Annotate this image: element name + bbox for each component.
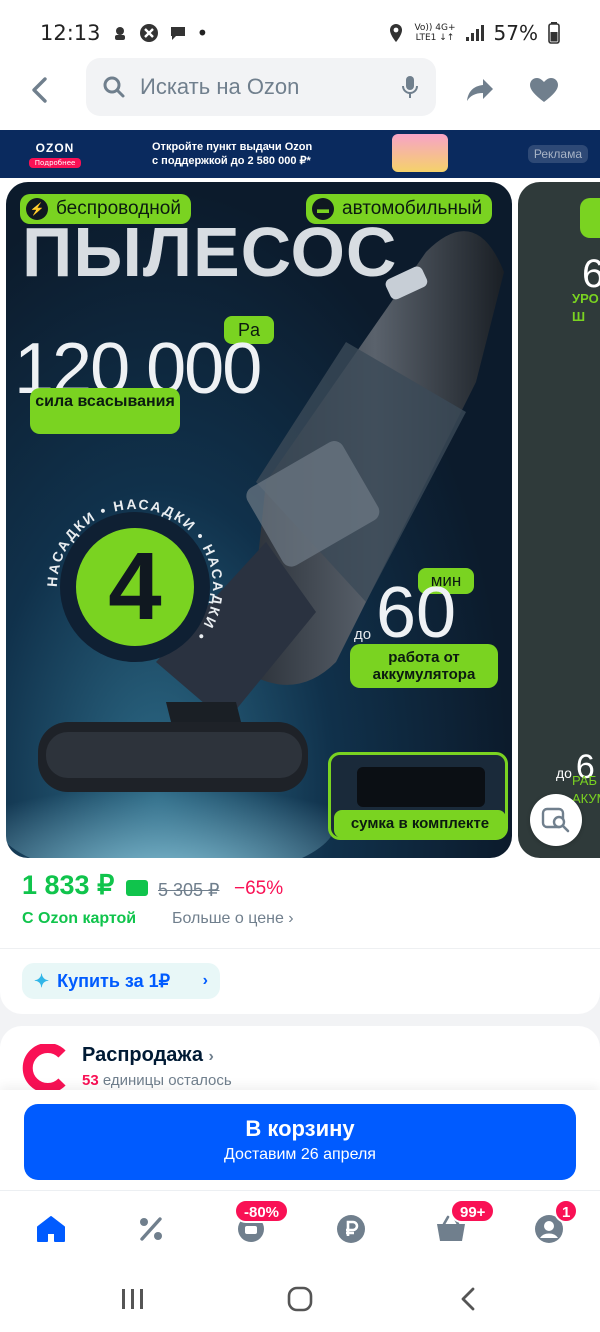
- product-image[interactable]: ⚡ беспроводной ▬ автомобильный ПЫЛЕСОС P…: [6, 182, 512, 858]
- add-to-cart-button[interactable]: В корзину Доставим 26 апреля: [24, 1104, 576, 1180]
- ruble-icon: [337, 1215, 365, 1243]
- cart-count-badge: 99+: [450, 1199, 496, 1223]
- favorite-button[interactable]: [522, 68, 566, 112]
- promo-more-button[interactable]: Подробнее: [28, 157, 82, 168]
- chevron-right-icon: ›: [208, 1048, 214, 1065]
- volte-indicator: Vo)) 4G+ LTE1 ↓↑: [414, 23, 456, 43]
- discount-tab-badge: -80%: [234, 1199, 290, 1223]
- ad-label: Реклама: [527, 145, 588, 163]
- sale-logo-icon: [22, 1044, 66, 1092]
- battery-prefix: до: [354, 626, 372, 643]
- share-button[interactable]: [458, 68, 502, 112]
- sale-remaining: 53 единицы осталось: [82, 1072, 232, 1089]
- bottom-tabbar: -80% 99+ 1: [0, 1190, 600, 1266]
- system-navbar: [0, 1266, 600, 1332]
- tab-discounts[interactable]: [126, 1207, 176, 1251]
- ozon-card-label: С Ozon картой: [22, 910, 137, 927]
- nozzles-count: 4: [60, 512, 210, 662]
- suction-label: сила всасывания: [30, 388, 180, 434]
- more-about-price-link[interactable]: Больше о цене ›: [172, 910, 294, 928]
- bag-label: сумка в комплекте: [334, 810, 506, 838]
- tab-finance[interactable]: [326, 1207, 376, 1251]
- share-icon: [467, 79, 493, 101]
- sparkle-icon: ✦: [34, 970, 50, 991]
- message-icon: [170, 27, 185, 40]
- search-input[interactable]: Искать на Ozon: [86, 58, 436, 116]
- buy-for-one-block: ✦ Купить за 1₽ ›: [0, 948, 600, 1014]
- location-icon: [390, 24, 403, 42]
- ozon-logo: OZON Подробнее: [20, 141, 90, 168]
- more-dot-icon: •: [196, 21, 209, 45]
- sale-title: Распродажа ›: [82, 1044, 214, 1066]
- chevron-right-icon: ›: [202, 972, 208, 989]
- ozon-card-icon: [126, 880, 148, 896]
- notification-icon: [114, 27, 125, 40]
- signal-icon: [465, 25, 484, 41]
- search-header: Искать на Ozon: [0, 50, 600, 130]
- recents-icon: [122, 1289, 143, 1309]
- clock: 12:13: [40, 21, 101, 45]
- battery-icon: [548, 22, 560, 44]
- search-icon: [103, 76, 125, 98]
- next-image-badge: [580, 198, 600, 238]
- current-price: 1 833 ₽: [22, 870, 115, 900]
- home-circle-icon: [287, 1286, 313, 1312]
- image-search-icon: [541, 807, 570, 833]
- buy-for-one-button[interactable]: ✦ Купить за 1₽ ›: [22, 963, 220, 999]
- microphone-icon[interactable]: [400, 74, 420, 100]
- home-system-button[interactable]: [280, 1284, 320, 1314]
- promo-text: Откройте пункт выдачи Ozon с поддержкой …: [152, 141, 313, 167]
- tab-cart[interactable]: 99+: [426, 1199, 496, 1251]
- next-product-image[interactable]: 6 УРОШ до 6 РАБАКУМ: [518, 182, 600, 858]
- tab-home[interactable]: [26, 1207, 76, 1251]
- tab-fresh[interactable]: -80%: [226, 1199, 290, 1251]
- app-icon: [139, 24, 158, 42]
- chevron-left-icon: [32, 77, 47, 103]
- search-placeholder: Искать на Ozon: [140, 74, 300, 99]
- promo-image: [392, 134, 448, 172]
- old-price: 5 305 ₽: [158, 880, 220, 900]
- heart-icon: [530, 78, 558, 102]
- profile-badge: 1: [554, 1199, 579, 1223]
- system-back-button[interactable]: [448, 1284, 488, 1314]
- battery-value: 60: [376, 573, 457, 653]
- percent-icon: [140, 1217, 162, 1241]
- promo-banner[interactable]: OZON Подробнее Откройте пункт выдачи Ozo…: [0, 130, 600, 178]
- image-search-button[interactable]: [530, 794, 582, 846]
- tab-profile[interactable]: 1: [524, 1199, 579, 1251]
- recents-button[interactable]: [113, 1284, 153, 1314]
- product-image-title: ПЫЛЕСОС: [22, 213, 398, 291]
- battery-label: работа от аккумулятора: [350, 644, 498, 688]
- price-block: 1 833 ₽ 5 305 ₽ −65% С Ozon картой Больш…: [0, 858, 600, 948]
- back-button[interactable]: [0, 50, 80, 130]
- back-arrow-icon: [461, 1287, 475, 1311]
- cart-area: В корзину Доставим 26 апреля: [0, 1090, 600, 1190]
- discount-badge: −65%: [234, 878, 284, 899]
- home-icon: [37, 1216, 65, 1242]
- battery-percent: 57%: [493, 21, 538, 45]
